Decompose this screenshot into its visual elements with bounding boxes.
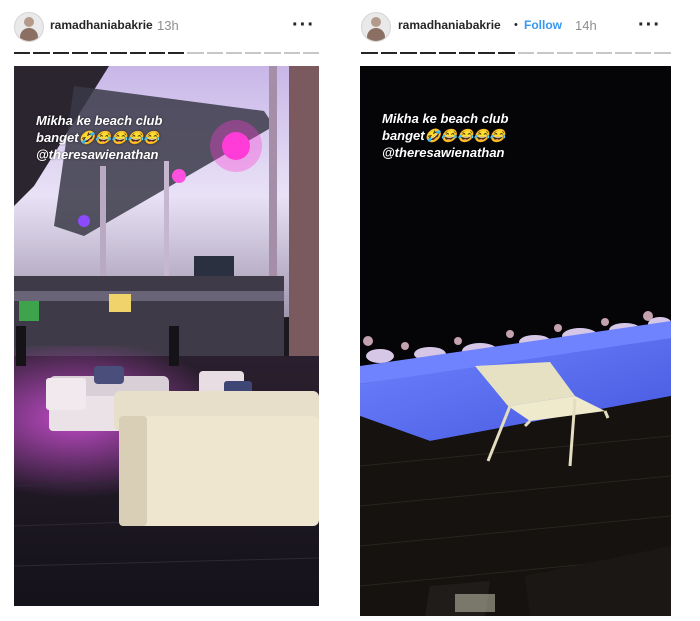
avatar-body bbox=[20, 28, 38, 41]
progress-segment bbox=[595, 52, 613, 54]
story-caption: Mikha ke beach club banget🤣😂😂😂😂 @theresa… bbox=[382, 110, 508, 161]
progress-segment bbox=[634, 52, 652, 54]
story-panel-left: ramadhaniabakrie 13h ··· Mikha ke beach … bbox=[0, 0, 335, 621]
progress-segment bbox=[517, 52, 535, 54]
progress-segment bbox=[225, 52, 242, 54]
mention-link[interactable]: @theresawienathan bbox=[382, 144, 508, 161]
progress-segment bbox=[380, 52, 398, 54]
story-header: ramadhaniabakrie • Follow 14h ··· bbox=[350, 8, 700, 42]
timestamp: 14h bbox=[575, 18, 597, 33]
progress-segment bbox=[187, 52, 204, 54]
progress-segment bbox=[283, 52, 300, 54]
avatar-head bbox=[371, 17, 381, 27]
close-icon[interactable] bbox=[690, 70, 700, 86]
avatar-head bbox=[24, 17, 34, 27]
progress-segment bbox=[439, 52, 456, 54]
progress-segment bbox=[148, 52, 165, 54]
progress-segment bbox=[400, 52, 417, 54]
progress-segment bbox=[302, 52, 319, 54]
avatar-body bbox=[367, 28, 385, 41]
avatar[interactable] bbox=[361, 12, 391, 42]
progress-segment bbox=[576, 52, 593, 54]
username-link[interactable]: ramadhaniabakrie bbox=[398, 18, 501, 32]
progress-segment bbox=[458, 52, 476, 54]
progress-segment bbox=[615, 52, 632, 54]
caption-line-1: Mikha ke beach club bbox=[36, 113, 163, 128]
story-media[interactable]: Mikha ke beach club banget🤣😂😂😂😂 @theresa… bbox=[360, 66, 671, 616]
story-progress-bar bbox=[14, 52, 319, 55]
progress-segment bbox=[52, 52, 69, 54]
progress-segment bbox=[361, 52, 378, 54]
story-media[interactable]: Mikha ke beach club banget🤣😂😂😂😂 @theresa… bbox=[14, 66, 319, 606]
progress-segment bbox=[33, 52, 50, 54]
progress-segment bbox=[556, 52, 574, 54]
mention-link[interactable]: @theresawienathan bbox=[36, 146, 162, 163]
separator-dot: • bbox=[514, 19, 518, 31]
progress-segment bbox=[654, 52, 671, 54]
progress-segment bbox=[110, 52, 127, 54]
avatar[interactable] bbox=[14, 12, 44, 42]
timestamp: 13h bbox=[157, 18, 179, 33]
progress-segment bbox=[129, 52, 146, 54]
story-header: ramadhaniabakrie 13h ··· bbox=[0, 8, 335, 42]
progress-segment bbox=[245, 52, 262, 54]
caption-line-1: Mikha ke beach club bbox=[382, 111, 509, 126]
progress-segment bbox=[91, 52, 108, 54]
progress-segment bbox=[419, 52, 437, 54]
caption-line-2: banget🤣😂😂😂😂 bbox=[382, 128, 506, 143]
progress-segment bbox=[206, 52, 223, 54]
caption-line-2: banget🤣😂😂😂😂 bbox=[36, 130, 160, 145]
progress-segment bbox=[497, 52, 515, 54]
progress-segment bbox=[264, 52, 281, 54]
follow-button[interactable]: Follow bbox=[524, 18, 562, 32]
progress-segment bbox=[478, 52, 495, 54]
story-panel-right: ramadhaniabakrie • Follow 14h ··· Mikha … bbox=[350, 0, 700, 621]
progress-segment bbox=[71, 52, 88, 54]
more-options-icon[interactable]: ··· bbox=[292, 14, 315, 37]
progress-segment bbox=[537, 52, 554, 54]
story-progress-bar bbox=[361, 52, 671, 55]
progress-segment bbox=[168, 52, 185, 54]
more-options-icon[interactable]: ··· bbox=[638, 14, 661, 37]
username-link[interactable]: ramadhaniabakrie bbox=[50, 18, 153, 32]
story-caption: Mikha ke beach club banget🤣😂😂😂😂 @theresa… bbox=[36, 112, 162, 163]
progress-segment bbox=[14, 52, 31, 54]
